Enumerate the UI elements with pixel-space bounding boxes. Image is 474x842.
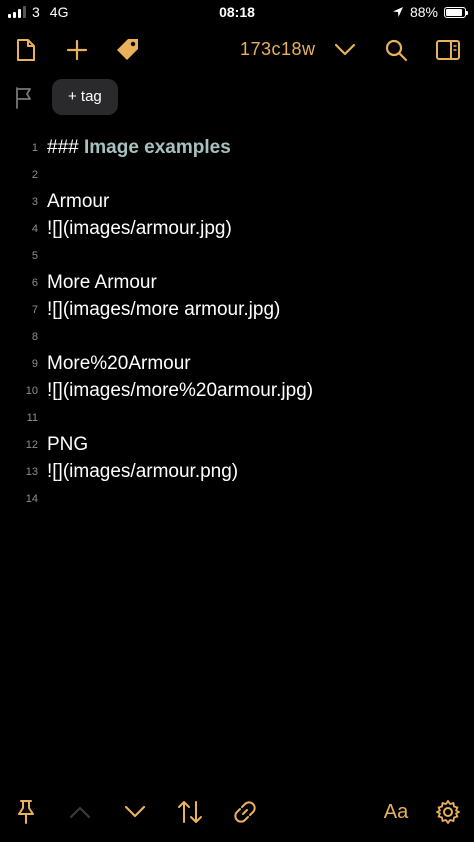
editor-line[interactable]: 1 ### Image examples [0, 134, 474, 161]
line-number: 4 [31, 223, 38, 235]
chevron-down-icon [334, 43, 356, 56]
note-menu-button[interactable] [329, 34, 361, 66]
editor-line[interactable]: 14 [0, 485, 474, 512]
editor-line[interactable]: 3 Armour [0, 188, 474, 215]
line-number: 13 [25, 466, 38, 478]
search-icon [385, 39, 408, 62]
pin-icon [18, 800, 34, 824]
add-button[interactable] [61, 34, 93, 66]
battery-percent: 88% [409, 4, 438, 20]
heading-line-text[interactable]: ### Image examples [47, 137, 231, 159]
editor-line[interactable]: 9 More%20Armour [0, 350, 474, 377]
line-number: 1 [31, 142, 38, 154]
line-number: 6 [31, 277, 38, 289]
tag-row: + tag [0, 78, 474, 118]
sidebar-toggle-button[interactable] [432, 34, 464, 66]
tag-icon [117, 39, 138, 60]
editor-line[interactable]: 4 ![](images/armour.jpg) [0, 215, 474, 242]
document-icon [17, 39, 35, 61]
line-number: 3 [31, 196, 38, 208]
line-number: 7 [31, 304, 38, 316]
tag-button[interactable] [112, 34, 144, 66]
search-button[interactable] [380, 34, 412, 66]
line-text[interactable]: ![](images/armour.png) [47, 461, 238, 483]
line-number: 14 [25, 493, 38, 505]
settings-button[interactable] [432, 796, 464, 828]
plus-icon [66, 39, 88, 61]
flag-icon [16, 87, 31, 109]
location-arrow-icon [392, 7, 403, 17]
flag-button[interactable] [14, 86, 34, 115]
line-text[interactable]: ![](images/more armour.jpg) [47, 299, 280, 321]
heading-marker: ### [47, 137, 84, 158]
sort-icon [178, 801, 202, 823]
editor-line[interactable]: 6 More Armour [0, 269, 474, 296]
editor-line[interactable]: 2 [0, 161, 474, 188]
previous-button[interactable] [64, 796, 96, 828]
font-settings-button[interactable]: Aa [380, 796, 412, 828]
line-number: 8 [31, 331, 38, 343]
gear-icon [436, 800, 460, 824]
line-text[interactable]: ![](images/more%20armour.jpg) [47, 380, 313, 402]
editor-line[interactable]: 8 [0, 323, 474, 350]
note-id[interactable]: 173c18w [240, 39, 316, 60]
line-text[interactable]: More%20Armour [47, 353, 191, 375]
line-text[interactable]: Armour [47, 191, 109, 213]
pin-button[interactable] [10, 796, 42, 828]
battery-fill [446, 8, 462, 16]
sidebar-icon [436, 40, 460, 60]
line-text[interactable]: PNG [47, 434, 88, 456]
status-right: 88% [392, 4, 468, 20]
chevron-up-icon [69, 806, 91, 819]
status-bar: 3 4G 08:18 88% [0, 0, 474, 26]
editor-line[interactable]: 11 [0, 404, 474, 431]
sort-button[interactable] [174, 796, 206, 828]
add-tag-button[interactable]: + tag [52, 79, 118, 115]
editor-line[interactable]: 12 PNG [0, 431, 474, 458]
editor-line[interactable]: 5 [0, 242, 474, 269]
editor-line[interactable]: 10 ![](images/more%20armour.jpg) [0, 377, 474, 404]
editor-line[interactable]: 7 ![](images/more armour.jpg) [0, 296, 474, 323]
line-number: 5 [31, 250, 38, 262]
screen: 3 4G 08:18 88% 173c18w + tag 1 ### Image… [0, 0, 474, 842]
line-number: 12 [25, 439, 38, 451]
line-number: 2 [31, 169, 38, 181]
line-text[interactable]: More Armour [47, 272, 157, 294]
top-toolbar: 173c18w [0, 30, 474, 70]
link-icon [234, 801, 256, 823]
chevron-down-icon [124, 805, 146, 818]
line-number: 9 [31, 358, 38, 370]
link-button[interactable] [229, 796, 261, 828]
heading-text: Image examples [83, 137, 231, 158]
editor-line[interactable]: 13 ![](images/armour.png) [0, 458, 474, 485]
line-number: 10 [25, 385, 38, 397]
line-text[interactable]: ![](images/armour.jpg) [47, 218, 232, 240]
bottom-toolbar: Aa [0, 792, 474, 842]
new-note-button[interactable] [10, 34, 42, 66]
line-number: 11 [26, 412, 38, 424]
next-button[interactable] [119, 796, 151, 828]
battery-icon [444, 6, 468, 18]
